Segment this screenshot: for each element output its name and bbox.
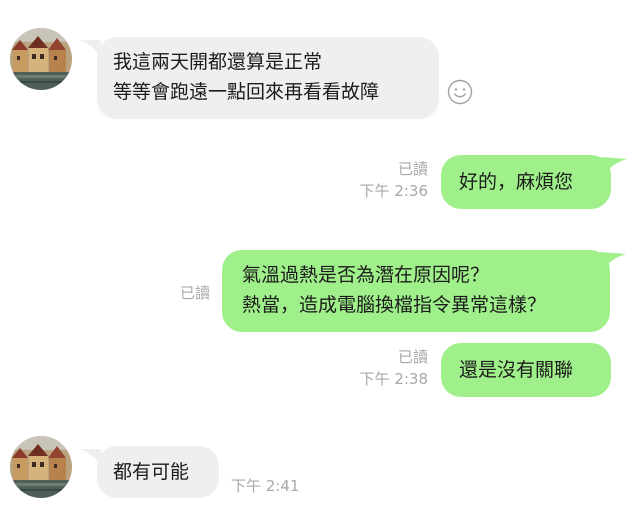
message-line: 熱當，造成電腦換檔指令異常這樣？ <box>242 294 547 316</box>
read-receipt: 已讀 <box>179 284 210 302</box>
message-text: 都有可能 <box>113 461 190 483</box>
message-bubble-outgoing[interactable]: 氣溫過熱是否為潛在原因呢？ 熱當，造成電腦換檔指令異常這樣？ <box>222 250 610 332</box>
message-bubble-incoming[interactable]: 都有可能 <box>97 446 219 498</box>
message-meta: 已讀 下午 2:36 <box>360 158 428 202</box>
bubble-tail <box>600 252 626 270</box>
message-timestamp: 下午 2:36 <box>359 182 428 200</box>
message-timestamp: 下午 2:38 <box>359 370 428 388</box>
message-meta: 已讀 <box>180 282 210 304</box>
contact-avatar[interactable] <box>10 436 72 498</box>
smiley-icon[interactable] <box>447 79 473 105</box>
message-meta: 下午 2:41 <box>231 475 299 497</box>
message-bubble-incoming[interactable]: 我這兩天開都還算是正常 等等會跑遠一點回來再看看故障 <box>97 37 439 119</box>
message-line: 氣溫過熱是否為潛在原因呢？ <box>242 264 490 286</box>
chat-window: 我這兩天開都還算是正常 等等會跑遠一點回來再看看故障 已讀 下午 2:36 好的… <box>0 0 640 508</box>
contact-avatar[interactable] <box>10 28 72 90</box>
message-text: 還是沒有關聯 <box>459 359 574 381</box>
read-receipt: 已讀 <box>397 348 428 366</box>
message-meta: 已讀 下午 2:38 <box>360 346 428 390</box>
message-line: 我這兩天開都還算是正常 <box>113 51 323 73</box>
message-line: 等等會跑遠一點回來再看看故障 <box>113 81 380 103</box>
message-bubble-outgoing[interactable]: 還是沒有關聯 <box>441 343 611 397</box>
bubble-tail <box>601 157 627 175</box>
message-timestamp: 下午 2:41 <box>231 477 300 495</box>
read-receipt: 已讀 <box>397 160 428 178</box>
message-text: 好的，麻煩您 <box>459 171 574 193</box>
message-bubble-outgoing[interactable]: 好的，麻煩您 <box>441 155 611 209</box>
